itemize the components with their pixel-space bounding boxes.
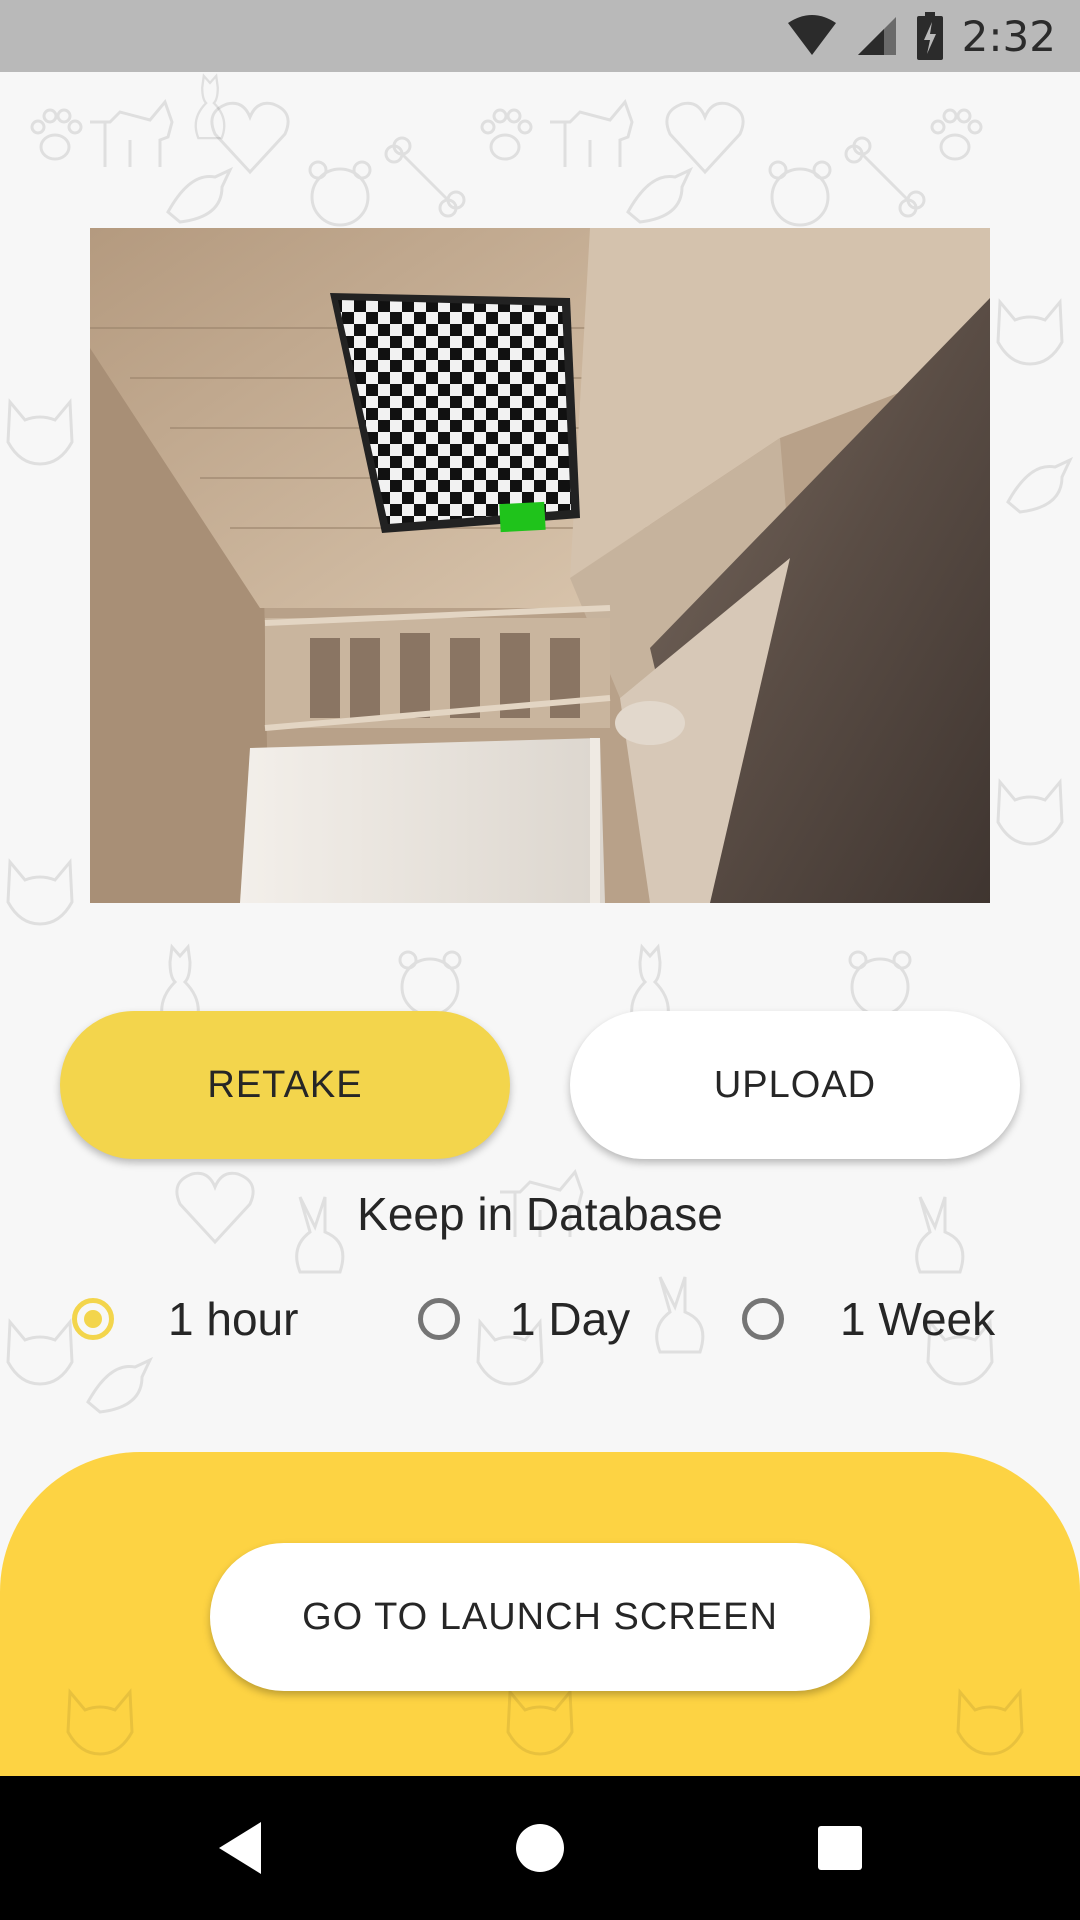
back-button[interactable] — [195, 1803, 285, 1893]
hamster-icon — [308, 160, 372, 227]
radio-label: 1 hour — [168, 1293, 299, 1345]
recents-button[interactable] — [795, 1803, 885, 1893]
home-button[interactable] — [495, 1803, 585, 1893]
paw-print-icon — [930, 108, 983, 161]
cat-face-icon — [956, 1688, 1024, 1756]
bird-icon — [1006, 456, 1074, 514]
upload-button[interactable]: UPLOAD — [570, 1011, 1020, 1159]
launch-button-label: GO TO LAUNCH SCREEN — [302, 1595, 778, 1638]
cat-face-icon — [506, 1688, 574, 1756]
cat-face-icon — [6, 398, 74, 466]
radio-button-selected-icon[interactable] — [72, 1298, 114, 1340]
go-to-launch-screen-button[interactable]: GO TO LAUNCH SCREEN — [210, 1543, 870, 1691]
radio-button-unselected-icon[interactable] — [742, 1298, 784, 1340]
hamster-icon — [848, 950, 912, 1017]
cat-face-icon — [996, 298, 1064, 366]
dog-icon — [550, 99, 634, 167]
hamster-icon — [768, 160, 832, 227]
bird-icon — [86, 1356, 154, 1414]
cell-signal-icon — [857, 17, 896, 55]
retention-radio-group: 1 hour 1 Day 1 Week — [0, 1286, 1080, 1352]
wifi-icon — [787, 15, 836, 55]
retake-button-label: RETAKE — [207, 1063, 363, 1106]
radio-label: 1 Day — [510, 1293, 631, 1345]
radio-option-1-day[interactable]: 1 Day — [418, 1286, 630, 1352]
cat-face-icon — [996, 778, 1064, 846]
sitting-cat-icon — [194, 73, 226, 140]
bone-icon — [384, 136, 466, 218]
navigation-bar — [0, 1776, 1080, 1920]
radio-option-1-hour[interactable]: 1 hour — [72, 1286, 298, 1352]
home-icon — [516, 1824, 564, 1872]
room-photo-image — [90, 228, 990, 903]
keep-in-database-title: Keep in Database — [357, 1188, 723, 1240]
dog-icon — [90, 99, 174, 167]
battery-charging-icon — [916, 12, 943, 60]
status-time: 2:32 — [961, 11, 1056, 61]
radio-option-1-week[interactable]: 1 Week — [742, 1286, 995, 1352]
bone-icon — [844, 136, 926, 218]
cat-face-icon — [66, 1688, 134, 1756]
back-icon — [219, 1822, 261, 1874]
upload-button-label: UPLOAD — [713, 1063, 877, 1106]
hamster-icon — [398, 950, 462, 1017]
paw-print-icon — [480, 108, 533, 161]
radio-button-unselected-icon[interactable] — [418, 1298, 460, 1340]
status-bar: 2:32 — [0, 0, 1080, 72]
captured-photo — [90, 228, 990, 903]
bird-icon — [166, 166, 234, 224]
status-icons: 2:32 — [786, 0, 1056, 72]
bird-icon — [626, 166, 694, 224]
cat-face-icon — [6, 858, 74, 926]
radio-label: 1 Week — [840, 1293, 996, 1345]
retake-button[interactable]: RETAKE — [60, 1011, 510, 1159]
recents-icon — [818, 1826, 862, 1870]
